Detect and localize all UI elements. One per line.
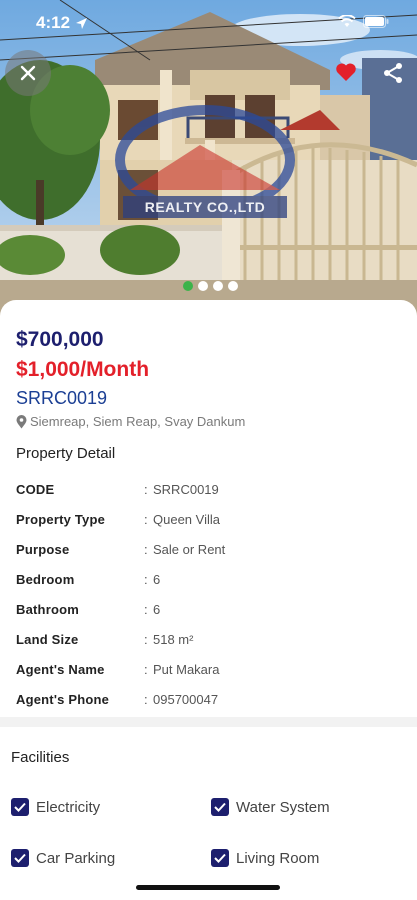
heart-icon — [336, 63, 356, 81]
status-time: 4:12 — [36, 13, 71, 32]
checkbox-checked-icon[interactable] — [211, 849, 229, 867]
detail-separator: : — [144, 632, 148, 647]
detail-value: Queen Villa — [153, 512, 220, 527]
agent-phone-link[interactable]: 095700047 — [153, 692, 218, 707]
sale-price: $700,000 — [16, 328, 104, 351]
location-arrow-icon — [76, 17, 88, 29]
detail-separator: : — [144, 512, 148, 527]
detail-row: Bathroom : 6 — [16, 602, 406, 622]
detail-value: SRRC0019 — [153, 482, 219, 497]
wifi-icon — [338, 15, 356, 27]
detail-row: Bedroom : 6 — [16, 572, 406, 592]
share-icon — [384, 63, 402, 83]
detail-label: Purpose — [16, 542, 70, 557]
detail-row: Land Size : 518 m² — [16, 632, 406, 652]
facilities-title: Facilities — [11, 749, 70, 766]
detail-separator: : — [144, 542, 148, 557]
detail-label: Agent's Name — [16, 662, 105, 677]
detail-value: Sale or Rent — [153, 542, 226, 557]
battery-icon — [363, 15, 389, 28]
close-button[interactable] — [5, 50, 51, 96]
favorite-button[interactable] — [335, 62, 357, 87]
detail-value: Put Makara — [153, 662, 220, 677]
detail-value: 518 m² — [153, 632, 194, 647]
detail-label: Agent's Phone — [16, 692, 110, 707]
detail-label: Bathroom — [16, 602, 79, 617]
detail-label: Property Type — [16, 512, 106, 527]
carousel-dot[interactable] — [228, 281, 238, 291]
property-photo-carousel[interactable]: REALTY CO.,LTD 4:12 — [0, 0, 417, 320]
detail-row: Agent's Name : Put Makara — [16, 662, 406, 682]
carousel-dot[interactable] — [198, 281, 208, 291]
rent-price: $1,000/Month — [16, 358, 150, 381]
section-divider — [0, 717, 417, 727]
detail-separator: : — [144, 662, 148, 677]
detail-value: 6 — [153, 602, 161, 617]
detail-row: Property Type : Queen Villa — [16, 512, 406, 532]
location-pin-icon — [16, 414, 27, 428]
detail-row: Agent's Phone : 095700047 — [16, 692, 406, 712]
property-photo — [0, 0, 417, 320]
detail-label: CODE — [16, 482, 55, 497]
share-button[interactable] — [383, 62, 403, 89]
watermark-text: REALTY CO.,LTD — [144, 199, 266, 215]
checkbox-checked-icon[interactable] — [11, 798, 29, 816]
carousel-indicator[interactable] — [183, 281, 238, 291]
facility-item-living-room[interactable]: Living Room — [211, 849, 319, 867]
property-detail-title: Property Detail — [16, 445, 116, 462]
home-indicator[interactable] — [136, 885, 280, 890]
facility-label: Water System — [236, 798, 330, 816]
facility-label: Car Parking — [36, 849, 116, 867]
detail-separator: : — [144, 482, 148, 497]
facility-label: Living Room — [236, 849, 320, 867]
detail-row: CODE : SRRC0019 — [16, 482, 406, 502]
detail-separator: : — [144, 692, 148, 707]
status-bar: 4:12 — [0, 0, 417, 46]
checkbox-checked-icon[interactable] — [11, 849, 29, 867]
detail-separator: : — [144, 572, 148, 587]
detail-row: Purpose : Sale or Rent — [16, 542, 406, 562]
facility-item-water-system[interactable]: Water System — [211, 798, 330, 816]
detail-label: Bedroom — [16, 572, 75, 587]
listing-code: SRRC0019 — [16, 388, 108, 408]
detail-label: Land Size — [16, 632, 79, 647]
detail-separator: : — [144, 602, 148, 617]
checkbox-checked-icon[interactable] — [211, 798, 229, 816]
location-text: Siemreap, Siem Reap, Svay Dankum — [30, 414, 246, 429]
facility-item-electricity[interactable]: Electricity — [11, 798, 100, 816]
facility-label: Electricity — [36, 798, 101, 816]
listing-location: Siemreap, Siem Reap, Svay Dankum — [16, 414, 245, 429]
detail-value: 6 — [153, 572, 161, 587]
close-icon — [20, 65, 36, 81]
facility-item-car-parking[interactable]: Car Parking — [11, 849, 115, 867]
carousel-dot[interactable] — [213, 281, 223, 291]
carousel-dot-active[interactable] — [183, 281, 193, 291]
